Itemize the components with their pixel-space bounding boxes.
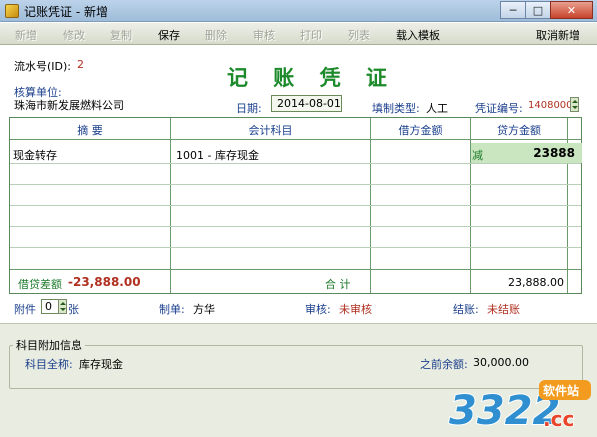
title-bar: 记账凭证 - 新增 ─ □ ✕ xyxy=(0,0,597,22)
voucher-grid: 摘 要 会计科目 借方金额 贷方金额 现金转存 1001 - 库存现金 减 23… xyxy=(9,117,582,294)
watermark-domain: .cc xyxy=(543,407,574,431)
credit-amount[interactable]: 23888 xyxy=(515,146,575,160)
column-header-summary: 摘 要 xyxy=(77,124,103,137)
list-button[interactable]: 列表 xyxy=(348,27,370,43)
watermark-site: 软件站 xyxy=(543,383,579,398)
account-fullname-label: 科目全称: xyxy=(25,358,73,371)
account-cell[interactable]: 1001 - 库存现金 xyxy=(176,147,259,163)
attach-count-field[interactable]: 0 xyxy=(41,299,59,314)
voucher-header: 流水号(ID): 2 核算单位: 珠海市新发展燃料公司 记 账 凭 证 日期: … xyxy=(0,46,597,118)
prev-balance-label: 之前余额: xyxy=(420,358,468,371)
unit-value: 珠海市新发展燃料公司 xyxy=(14,99,124,112)
voucher-title: 记 账 凭 证 xyxy=(227,65,396,90)
attach-spinner[interactable] xyxy=(58,299,67,314)
toolbar: 新增 修改 复制 保存 删除 审核 打印 列表 载入模板 取消新增 xyxy=(0,23,597,45)
edit-button[interactable]: 修改 xyxy=(63,27,85,43)
print-button[interactable]: 打印 xyxy=(300,27,322,43)
total-label: 合 计 xyxy=(325,278,351,291)
fill-type-label: 填制类型: xyxy=(372,102,420,115)
maximize-button[interactable]: □ xyxy=(525,1,551,19)
window-title: 记账凭证 - 新增 xyxy=(24,5,108,19)
maker-value: 方华 xyxy=(193,303,215,316)
total-credit: 23,888.00 xyxy=(508,276,564,289)
minimize-button[interactable]: ─ xyxy=(500,1,526,19)
grid-divider xyxy=(10,226,581,227)
fill-type-value: 人工 xyxy=(426,102,448,115)
date-field[interactable]: 2014-08-01 xyxy=(271,95,342,112)
serial-label: 流水号(ID): xyxy=(14,60,72,73)
load-template-button[interactable]: 载入模板 xyxy=(396,27,440,43)
diff-label: 借贷差额 xyxy=(18,278,62,291)
prev-balance-value: 30,000.00 xyxy=(473,356,529,369)
save-button[interactable]: 保存 xyxy=(158,27,180,43)
grid-divider xyxy=(10,184,581,185)
app-icon xyxy=(5,4,19,18)
grid-divider xyxy=(10,163,581,164)
diff-value: -23,888.00 xyxy=(68,275,141,289)
review-label: 审核: xyxy=(305,303,331,316)
maker-label: 制单: xyxy=(159,303,185,316)
close-label: 结账: xyxy=(453,303,479,316)
column-header-account: 会计科目 xyxy=(248,124,293,137)
summary-cell[interactable]: 现金转存 xyxy=(13,147,57,163)
column-header-debit: 借方金额 xyxy=(398,124,443,137)
voucher-footer: 附件 0 张 制单: 方华 审核: 未审核 结账: 未结账 xyxy=(0,294,597,320)
account-fullname-value: 库存现金 xyxy=(79,358,123,371)
voucher-no-label: 凭证编号: xyxy=(475,102,523,115)
site-watermark-logo: 3322 软件站 .cc xyxy=(448,380,591,434)
attach-label: 附件 xyxy=(14,303,36,316)
serial-value: 2 xyxy=(77,58,84,71)
extra-info-legend: 科目附加信息 xyxy=(13,337,85,353)
delete-button[interactable]: 删除 xyxy=(205,27,227,43)
attach-unit: 张 xyxy=(68,303,79,316)
total-row: 借贷差额 -23,888.00 合 计 23,888.00 xyxy=(10,271,582,293)
credit-direction-mark: 减 xyxy=(472,149,483,162)
cancel-new-button[interactable]: 取消新增 xyxy=(536,27,580,43)
new-button[interactable]: 新增 xyxy=(15,27,37,43)
voucher-no-spinner[interactable] xyxy=(570,97,579,112)
grid-divider xyxy=(10,247,581,248)
review-value: 未审核 xyxy=(339,303,372,316)
grid-divider xyxy=(10,139,581,140)
copy-button[interactable]: 复制 xyxy=(110,27,132,43)
grid-divider xyxy=(10,205,581,206)
close-value: 未结账 xyxy=(487,303,520,316)
column-header-credit: 贷方金额 xyxy=(497,124,541,137)
grid-divider xyxy=(10,269,581,270)
date-label: 日期: xyxy=(236,102,262,115)
review-button[interactable]: 审核 xyxy=(253,27,275,43)
close-button[interactable]: ✕ xyxy=(550,1,593,19)
window-controls: ─ □ ✕ xyxy=(500,1,593,20)
